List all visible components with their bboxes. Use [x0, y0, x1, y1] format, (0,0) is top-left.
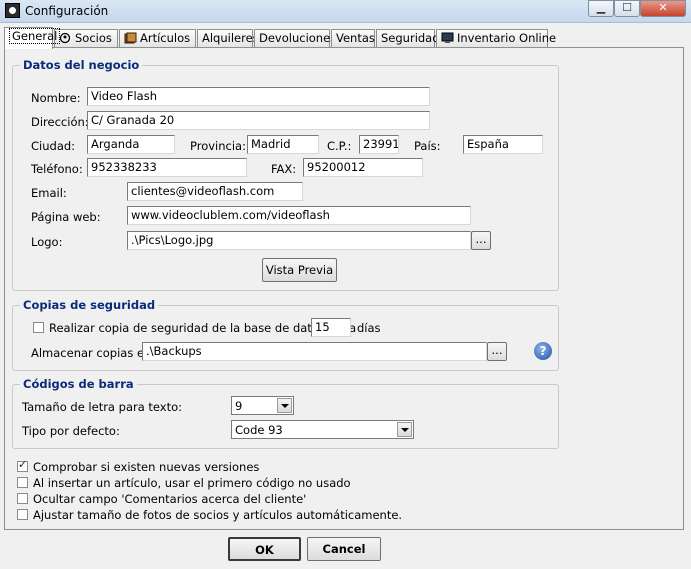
- business-data-title: Datos del negocio: [20, 58, 143, 72]
- name-label: Nombre:: [31, 91, 81, 105]
- maximize-icon: ☐: [622, 1, 632, 14]
- address-label: Dirección:: [31, 115, 89, 129]
- tab-alquileres-label: Alquileres: [202, 31, 259, 45]
- minimize-button[interactable]: ▁: [588, 0, 614, 17]
- email-field[interactable]: clientes@videoflash.com: [127, 182, 303, 201]
- ok-button[interactable]: OK: [228, 537, 301, 561]
- address-field[interactable]: C/ Granada 20: [87, 111, 430, 130]
- book-icon: [124, 32, 137, 44]
- phone-field[interactable]: 952338233: [87, 158, 247, 177]
- close-button[interactable]: ✕: [640, 0, 686, 17]
- tab-devoluciones[interactable]: Devoluciones: [254, 29, 336, 48]
- tab-articulos-label: Artículos: [140, 31, 191, 45]
- province-field[interactable]: Madrid: [247, 135, 319, 154]
- city-field[interactable]: Arganda: [87, 135, 175, 154]
- film-reel-icon: [5, 3, 20, 18]
- tab-seguridad-label: Seguridad: [381, 31, 440, 45]
- phone-label: Teléfono:: [31, 162, 83, 176]
- backup-store-label: Almacenar copias en:: [31, 346, 156, 360]
- logo-browse-button[interactable]: ...: [471, 231, 491, 250]
- province-label: Provincia:: [190, 139, 246, 153]
- website-label: Página web:: [31, 210, 101, 224]
- close-icon: ✕: [658, 1, 668, 14]
- country-label: País:: [414, 139, 441, 153]
- preview-button[interactable]: Vista Previa: [262, 258, 337, 282]
- tab-general[interactable]: General: [4, 27, 61, 49]
- tab-devoluciones-label: Devoluciones: [259, 31, 337, 45]
- barcode-type-select[interactable]: Code 93: [231, 420, 414, 439]
- member-icon: [59, 32, 71, 44]
- help-icon[interactable]: ?: [534, 342, 552, 360]
- minimize-icon: ▁: [596, 1, 606, 14]
- barcode-type-label: Tipo por defecto:: [22, 424, 120, 438]
- first-unused-code-label: Al insertar un artículo, usar el primero…: [33, 476, 351, 490]
- website-field[interactable]: www.videoclublem.com/videoflash: [127, 206, 471, 225]
- window-title: Configuración: [25, 4, 109, 18]
- city-label: Ciudad:: [31, 139, 76, 153]
- tab-socios[interactable]: Socios: [54, 29, 118, 48]
- check-updates-label: Comprobar si existen nuevas versiones: [33, 460, 260, 474]
- barcode-font-size-label: Tamaño de letra para texto:: [22, 400, 183, 414]
- cancel-button[interactable]: Cancel: [307, 537, 381, 561]
- barcode-title: Códigos de barra: [20, 377, 137, 391]
- tab-general-label: General: [9, 28, 61, 44]
- tab-ventas-label: Ventas: [336, 31, 375, 45]
- barcode-group: Códigos de barra: [12, 377, 559, 449]
- maximize-button[interactable]: ☐: [614, 0, 640, 17]
- tab-alquileres[interactable]: Alquileres: [197, 29, 259, 48]
- backup-enable-checkbox[interactable]: [33, 322, 44, 333]
- backup-days-field[interactable]: 15: [311, 318, 351, 337]
- name-field[interactable]: Video Flash: [87, 87, 430, 106]
- hide-comments-label: Ocultar campo 'Comentarios acerca del cl…: [33, 492, 307, 506]
- tab-ventas[interactable]: Ventas: [331, 29, 375, 48]
- tab-socios-label: Socios: [75, 31, 112, 45]
- title-bar[interactable]: Configuración ▁ ☐ ✕: [0, 0, 691, 23]
- auto-resize-photos-checkbox[interactable]: [17, 509, 28, 520]
- postal-code-field[interactable]: 23991: [359, 135, 399, 154]
- tab-inventario-online[interactable]: Inventario Online: [436, 29, 556, 48]
- backup-group: Copias de seguridad: [12, 298, 559, 371]
- logo-label: Logo:: [31, 235, 63, 249]
- barcode-type-value: Code 93: [235, 423, 283, 437]
- email-label: Email:: [31, 186, 67, 200]
- chevron-down-icon[interactable]: [277, 398, 292, 413]
- logo-path-field[interactable]: .\Pics\Logo.jpg: [127, 231, 471, 250]
- postal-code-label: C.P.:: [327, 139, 352, 153]
- first-unused-code-checkbox[interactable]: [17, 477, 28, 488]
- monitor-icon: [441, 32, 454, 44]
- check-updates-checkbox[interactable]: [17, 458, 28, 472]
- hide-comments-checkbox[interactable]: [17, 493, 28, 504]
- backup-days-label: días: [357, 321, 381, 335]
- barcode-font-size-select[interactable]: 9: [231, 396, 294, 415]
- barcode-font-size-value: 9: [235, 399, 243, 413]
- tab-articulos[interactable]: Artículos: [119, 29, 196, 48]
- config-window: Configuración ▁ ☐ ✕ General Socios Artíc…: [0, 0, 691, 569]
- backup-path-field[interactable]: .\Backups: [142, 342, 487, 361]
- fax-field[interactable]: 95200012: [303, 158, 423, 177]
- auto-resize-photos-label: Ajustar tamaño de fotos de socios y artí…: [33, 508, 403, 522]
- tab-seguridad[interactable]: Seguridad: [376, 29, 440, 48]
- fax-label: FAX:: [271, 162, 297, 176]
- backup-title: Copias de seguridad: [20, 298, 159, 312]
- backup-browse-button[interactable]: ...: [487, 342, 507, 361]
- chevron-down-icon[interactable]: [397, 422, 412, 437]
- country-field[interactable]: España: [463, 135, 543, 154]
- tab-inventario-online-label: Inventario Online: [457, 31, 557, 45]
